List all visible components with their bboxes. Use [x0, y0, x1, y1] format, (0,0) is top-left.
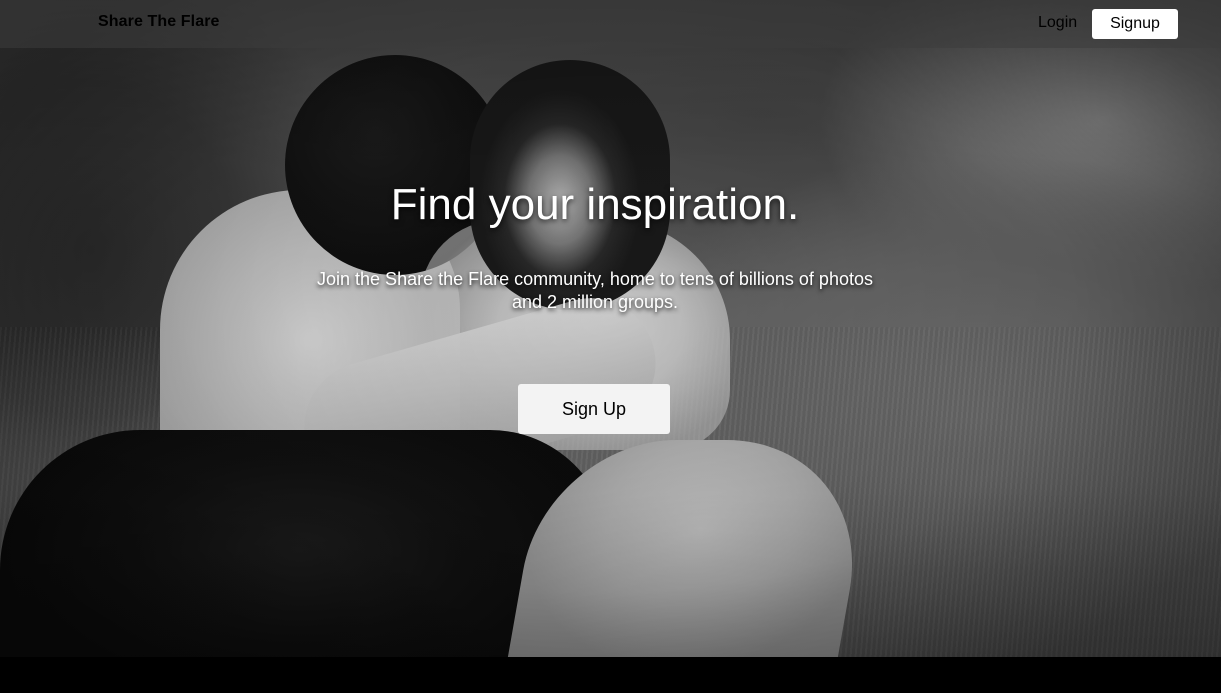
hero-headline: Find your inspiration.: [390, 180, 800, 229]
signup-button[interactable]: Signup: [1092, 9, 1178, 39]
hero-background-image: [0, 0, 1221, 657]
hero-subhead: Join the Share the Flare community, home…: [317, 269, 873, 312]
image-vignette: [0, 0, 1221, 657]
top-navbar: Share The Flare Login Signup: [0, 0, 1221, 48]
bottom-footer-bar: [0, 657, 1221, 693]
landing-page: Share The Flare Login Signup Find your i…: [0, 0, 1221, 693]
sign-up-button-label: Sign Up: [561, 398, 627, 419]
signup-button-label: Signup: [1110, 15, 1160, 32]
sign-up-button[interactable]: Sign Up: [518, 384, 670, 434]
brand-name[interactable]: Share The Flare: [98, 13, 220, 31]
login-link[interactable]: Login: [1038, 14, 1077, 32]
